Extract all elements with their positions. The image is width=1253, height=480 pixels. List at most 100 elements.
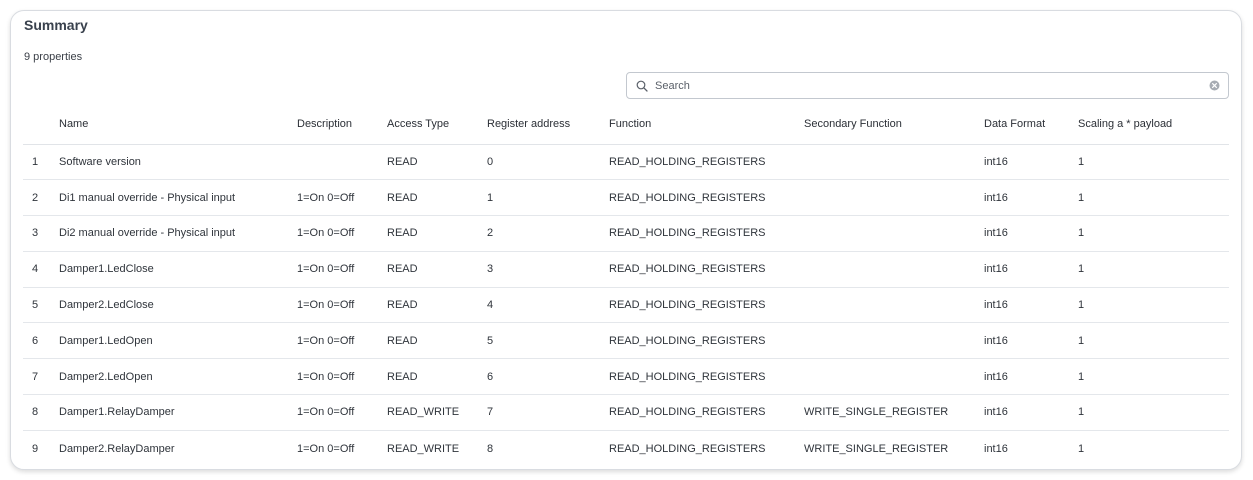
cell-index: 6 — [23, 322, 59, 360]
cell-access-type: READ — [387, 358, 487, 396]
cell-access-type: READ — [387, 251, 487, 288]
header-access-type[interactable]: Access Type — [387, 104, 487, 145]
cell-description: 1=On 0=Off — [297, 251, 387, 288]
header-function[interactable]: Function — [609, 104, 804, 145]
cell-data-format: int16 — [984, 215, 1078, 252]
cell-description: 1=On 0=Off — [297, 394, 387, 431]
header-scaling[interactable]: Scaling a * payload — [1078, 104, 1229, 145]
cell-register-address: 7 — [487, 394, 609, 431]
cell-data-format: int16 — [984, 394, 1078, 431]
cell-secondary-function — [804, 322, 984, 360]
cell-register-address: 4 — [487, 287, 609, 324]
cell-scaling: 1 — [1078, 358, 1229, 396]
cell-data-format: int16 — [984, 287, 1078, 324]
cell-function: READ_HOLDING_REGISTERS — [609, 442, 766, 455]
cell-name: Di2 manual override - Physical input — [59, 215, 297, 252]
cell-scaling: 1 — [1078, 287, 1229, 324]
cell-scaling: 1 — [1078, 144, 1229, 181]
cell-data-format: int16 — [984, 251, 1078, 288]
cell-description: 1=On 0=Off — [297, 442, 355, 455]
cell-function: READ_HOLDING_REGISTERS — [609, 287, 804, 324]
cell-secondary-function — [804, 144, 984, 181]
cell-access-type: READ_WRITE — [387, 442, 460, 455]
cell-secondary-function — [804, 358, 984, 396]
cell-register-address: 0 — [487, 144, 609, 181]
cell-index: 9 — [32, 442, 39, 455]
cell-scaling: 1 — [1078, 179, 1229, 217]
cell-access-type: READ — [387, 179, 487, 217]
cell-name: Damper1.RelayDamper — [59, 394, 297, 431]
cell-secondary-function — [804, 251, 984, 288]
cell-function: READ_HOLDING_REGISTERS — [609, 322, 804, 360]
table-row[interactable]: 1 Software version READ 0 READ_HOLDING_R… — [23, 144, 1229, 181]
cell-function: READ_HOLDING_REGISTERS — [609, 358, 804, 396]
cell-register-address: 1 — [487, 179, 609, 217]
cell-register-address: 2 — [487, 215, 609, 252]
properties-table: Name Description Access Type Register ad… — [23, 104, 1229, 466]
table-row[interactable]: 4 Damper1.LedClose 1=On 0=Off READ 3 REA… — [23, 251, 1229, 288]
cell-index: 3 — [23, 215, 59, 252]
cell-index: 1 — [23, 144, 59, 181]
summary-card: Summary 9 properties Name Description Ac… — [10, 10, 1242, 470]
header-name[interactable]: Name — [59, 104, 297, 145]
properties-count: 9 properties — [24, 51, 83, 63]
header-description[interactable]: Description — [297, 104, 387, 145]
table-row[interactable]: 6 Damper1.LedOpen 1=On 0=Off READ 5 READ… — [23, 322, 1229, 360]
cell-register-address: 5 — [487, 322, 609, 360]
cell-secondary-function: WRITE_SINGLE_REGISTER — [804, 394, 984, 431]
table-row[interactable]: 3 Di2 manual override - Physical input 1… — [23, 215, 1229, 252]
cell-name: Damper2.LedOpen — [59, 358, 297, 396]
cell-function: READ_HOLDING_REGISTERS — [609, 179, 804, 217]
cell-scaling: 1 — [1078, 442, 1085, 455]
cell-register-address: 3 — [487, 251, 609, 288]
cell-secondary-function — [804, 215, 984, 252]
cell-scaling: 1 — [1078, 322, 1229, 360]
cell-secondary-function — [804, 287, 984, 324]
cell-name: Damper1.LedOpen — [59, 322, 297, 360]
header-index — [23, 104, 59, 145]
cell-access-type: READ — [387, 287, 487, 324]
cell-index: 8 — [23, 394, 59, 431]
table-row[interactable]: 5 Damper2.LedClose 1=On 0=Off READ 4 REA… — [23, 287, 1229, 324]
cell-description — [297, 144, 387, 181]
cell-function: READ_HOLDING_REGISTERS — [609, 144, 804, 181]
cell-name: Damper1.LedClose — [59, 251, 297, 288]
cell-access-type: READ_WRITE — [387, 394, 487, 431]
summary-title: Summary — [24, 17, 88, 33]
cell-data-format: int16 — [984, 144, 1078, 181]
cell-description: 1=On 0=Off — [297, 179, 387, 217]
cell-scaling: 1 — [1078, 215, 1229, 252]
cell-access-type: READ — [387, 144, 487, 181]
cell-index: 5 — [23, 287, 59, 324]
table-row[interactable]: 9 Damper2.RelayDamper 1=On 0=Off READ_WR… — [23, 430, 1229, 466]
cell-description: 1=On 0=Off — [297, 358, 387, 396]
cell-data-format: int16 — [984, 442, 1008, 455]
search-icon — [636, 80, 648, 92]
cell-function: READ_HOLDING_REGISTERS — [609, 251, 804, 288]
header-register-address[interactable]: Register address — [487, 104, 609, 145]
cell-access-type: READ — [387, 322, 487, 360]
cell-description: 1=On 0=Off — [297, 322, 387, 360]
header-secondary-function[interactable]: Secondary Function — [804, 104, 984, 145]
cell-name: Damper2.RelayDamper — [59, 442, 175, 455]
cell-index: 7 — [23, 358, 59, 396]
search-box[interactable] — [626, 72, 1229, 99]
table-row[interactable]: 7 Damper2.LedOpen 1=On 0=Off READ 6 READ… — [23, 358, 1229, 396]
cell-index: 4 — [23, 251, 59, 288]
cell-description: 1=On 0=Off — [297, 215, 387, 252]
cell-function: READ_HOLDING_REGISTERS — [609, 215, 804, 252]
search-input[interactable] — [655, 79, 1209, 92]
table-row[interactable]: 8 Damper1.RelayDamper 1=On 0=Off READ_WR… — [23, 394, 1229, 431]
cell-function: READ_HOLDING_REGISTERS — [609, 394, 804, 431]
cell-name: Software version — [59, 144, 297, 181]
table-header-row: Name Description Access Type Register ad… — [23, 104, 1229, 145]
cell-scaling: 1 — [1078, 394, 1229, 431]
table-row[interactable]: 2 Di1 manual override - Physical input 1… — [23, 179, 1229, 217]
cell-secondary-function — [804, 179, 984, 217]
cell-scaling: 1 — [1078, 251, 1229, 288]
cell-register-address: 8 — [487, 442, 494, 455]
cell-name: Di1 manual override - Physical input — [59, 179, 297, 217]
cell-access-type: READ — [387, 215, 487, 252]
clear-icon[interactable] — [1209, 80, 1220, 91]
header-data-format[interactable]: Data Format — [984, 104, 1078, 145]
